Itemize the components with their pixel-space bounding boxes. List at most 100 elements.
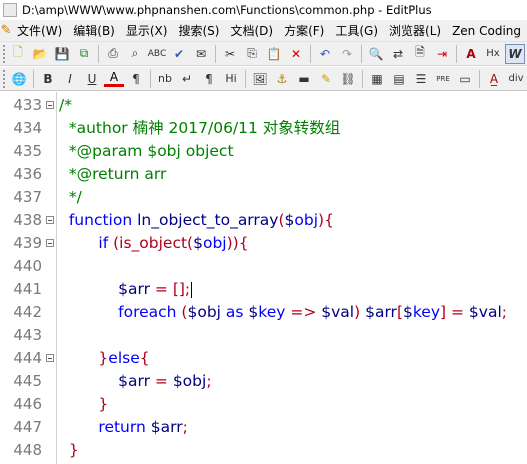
code-token: as [220,303,249,321]
code-line[interactable]: 433 /* [0,94,527,117]
italic-icon[interactable]: I [60,69,80,89]
bold-icon[interactable]: B [38,69,58,89]
menu-tools[interactable]: 工具(G) [330,20,384,41]
code-token: $ [248,303,259,321]
code-token: $val [321,303,355,321]
fold-toggle-icon[interactable] [46,239,54,247]
paragraph-mark-icon[interactable]: ¶ [199,69,219,89]
line-break-icon[interactable]: ↵ [177,69,197,89]
goto-line-icon[interactable]: ⇥ [432,44,452,64]
image-icon[interactable]: 🖼 [250,69,270,89]
find-in-files-icon[interactable]: 🗎 [410,44,430,64]
text-cursor [191,281,193,298]
underline-icon[interactable]: U [82,69,102,89]
code-line[interactable]: 435 *@param $obj object [0,140,527,163]
code-line[interactable]: 434 *author 楠神 2017/06/11 对象转数组 [0,117,527,140]
mail-icon[interactable]: ✉ [191,44,211,64]
code-line[interactable]: 448 } [0,439,527,462]
code-line[interactable]: 438 function ln_object_to_array($obj){ [0,209,527,232]
line-number: 436 [13,165,42,183]
paste-icon[interactable]: 📋 [264,44,284,64]
code-token: $ [193,234,203,252]
open-file-icon[interactable]: 📂 [30,44,50,64]
fold-toggle-icon[interactable] [46,354,54,362]
line-number: 442 [13,303,42,321]
code-editor[interactable]: 433/* 434 *author 楠神 2017/06/11 对象转数组 435 … [0,92,527,464]
undo-icon[interactable]: ↶ [315,44,335,64]
menu-project[interactable]: 方案(F) [279,20,330,41]
fold-toggle-icon[interactable] [46,101,54,109]
align-icon[interactable]: A̲ [484,69,504,89]
print-icon[interactable]: ⎙ [103,44,123,64]
code-text: *@return arr [59,163,167,186]
line-number: 439 [13,234,42,252]
toolbar-separator [33,69,34,88]
code-line[interactable]: 437 */ [0,186,527,209]
pre-icon[interactable]: PRE [433,69,453,89]
word-wrap-icon[interactable]: W [505,43,525,64]
list-icon[interactable]: ☰ [411,69,431,89]
paragraph-icon[interactable]: ¶ [126,69,146,89]
div-icon[interactable]: div [506,69,526,89]
menu-view[interactable]: 显示(X) [121,20,174,41]
table-icon[interactable]: ▦ [367,69,387,89]
comment-icon[interactable]: ▭ [455,69,475,89]
browser-icon[interactable]: 🌐 [9,69,29,89]
menu-zen-coding[interactable]: Zen Coding [447,20,527,41]
anchor-icon[interactable]: ⚓ [272,69,292,89]
menu-document[interactable]: 文档(D) [225,20,279,41]
code-line[interactable]: 441 $arr = []; [0,278,527,301]
code-line[interactable]: 446 } [0,393,527,416]
cut-icon[interactable]: ✂ [220,44,240,64]
code-line[interactable]: 445 $arr = $obj; [0,370,527,393]
toolbar-grip[interactable] [3,69,6,88]
link-icon[interactable]: ⛓ [338,69,358,89]
menu-file[interactable]: 文件(W) [12,20,68,41]
code-line[interactable]: 436 *@return arr [0,163,527,186]
toolbar-grip[interactable] [3,44,5,63]
horizontal-rule-icon[interactable]: ▬ [294,69,314,89]
replace-icon[interactable]: ⇄ [388,44,408,64]
code-line[interactable]: 439 if (is_object($obj)){ [0,232,527,255]
code-token: => [285,303,322,321]
copy-icon[interactable]: ⎘ [242,44,262,64]
delete-icon[interactable]: ✕ [286,44,306,64]
code-token: *@return arr [59,165,167,183]
nbsp-icon[interactable]: nb [155,69,175,89]
font-icon[interactable]: A [461,44,481,64]
save-all-icon[interactable]: ⧉ [74,44,94,64]
find-icon[interactable]: 🔍 [366,44,386,64]
print-preview-icon[interactable]: ⌕ [125,44,145,64]
code-line[interactable]: 440 [0,255,527,278]
heading-icon[interactable]: Hx [483,44,503,64]
line-number: 438 [13,211,42,229]
code-token: ){ [318,211,334,229]
code-token: $arr [365,303,397,321]
menu-edit[interactable]: 编辑(B) [68,20,121,41]
fold-toggle-icon[interactable] [46,216,54,224]
code-token: )){ [226,234,249,252]
check-icon[interactable]: ✔ [169,44,189,64]
code-token: []; [172,280,191,298]
new-file-icon[interactable]: 🗋 [8,44,28,64]
line-number: 444 [13,349,42,367]
code-line[interactable]: 444 }else{ [0,347,527,370]
save-icon[interactable]: 💾 [52,44,72,64]
highlight-icon[interactable]: ✎ [316,69,336,89]
menu-browser[interactable]: 浏览器(L) [384,20,447,41]
line-number: 435 [13,142,42,160]
toolbar-separator [310,44,311,63]
heading-icon[interactable]: Hi [221,69,241,89]
code-text: return $arr; [59,416,187,439]
code-line[interactable]: 443 [0,324,527,347]
code-token: $ [403,303,413,321]
spell-check-icon[interactable]: ABC [147,44,167,64]
code-token: $obj [187,303,221,321]
code-line[interactable]: 447 return $arr; [0,416,527,439]
font-color-icon[interactable]: A [104,70,124,87]
form-icon[interactable]: ▤ [389,69,409,89]
toolbar-separator [456,44,457,63]
menu-search[interactable]: 搜索(S) [173,20,225,41]
redo-icon[interactable]: ↷ [337,44,357,64]
code-line[interactable]: 442 foreach ($obj as $key => $val) $arr[… [0,301,527,324]
